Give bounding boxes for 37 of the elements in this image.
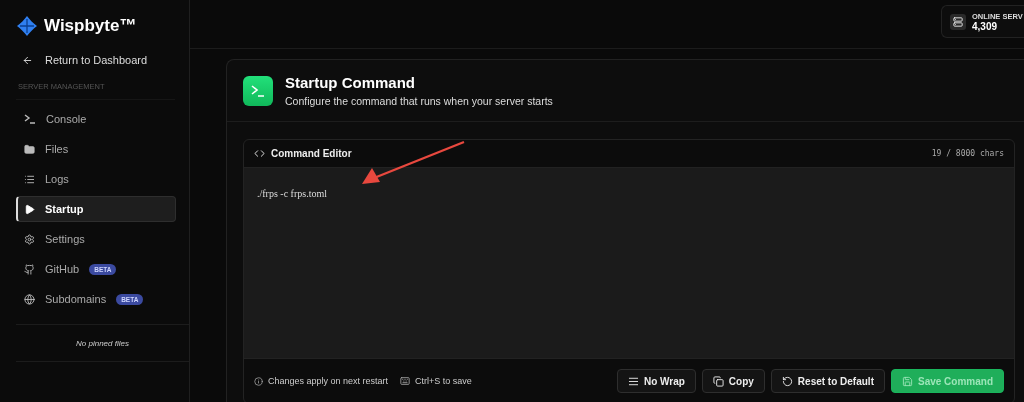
- back-link[interactable]: Return to Dashboard: [16, 48, 175, 72]
- code-icon: [254, 148, 265, 159]
- github-icon: [24, 263, 35, 275]
- nav-item[interactable]: Console: [16, 106, 176, 132]
- back-arrow-icon: [22, 54, 33, 66]
- terminal-icon: [24, 114, 36, 124]
- globe-icon: [24, 293, 35, 305]
- server-icon: [953, 16, 963, 27]
- char-counter: 19 / 8000 chars: [931, 149, 1004, 158]
- wrap-button[interactable]: No Wrap: [616, 369, 696, 393]
- hint-text: Changes apply on next restart: [254, 376, 389, 386]
- card-subtitle: Configure the command that runs when your server starts: [285, 95, 553, 107]
- gear-icon: [24, 233, 35, 245]
- command-field[interactable]: ./frps -c frps.toml: [244, 168, 1014, 359]
- play-icon: [24, 203, 35, 215]
- lines-icon: [627, 375, 639, 387]
- nav-item[interactable]: Startup: [16, 196, 176, 222]
- copy-icon: [712, 375, 724, 387]
- keyboard-icon: [400, 376, 411, 386]
- nav-item[interactable]: Logs: [16, 166, 176, 192]
- list-icon: [24, 173, 35, 185]
- brand-name: Wispbyte™: [44, 16, 137, 36]
- hint-text: Ctrl+S to save: [400, 376, 472, 386]
- nav-item[interactable]: Files: [16, 136, 176, 162]
- terminal-icon: [243, 75, 273, 106]
- info-icon: [254, 376, 263, 386]
- nav-item[interactable]: Settings: [16, 226, 176, 252]
- folder-icon: [24, 143, 35, 155]
- copy-button[interactable]: Copy: [701, 369, 765, 393]
- reset-button[interactable]: Reset to Default: [770, 369, 885, 393]
- save-icon: [901, 375, 913, 387]
- empty-pinned-text: No pinned files: [76, 338, 129, 348]
- stat-value: 4,309: [972, 20, 999, 32]
- editor-title: Command Editor: [271, 148, 352, 159]
- undo-icon: [781, 375, 793, 387]
- card-title: Startup Command: [285, 74, 416, 91]
- logo-icon: [16, 15, 38, 37]
